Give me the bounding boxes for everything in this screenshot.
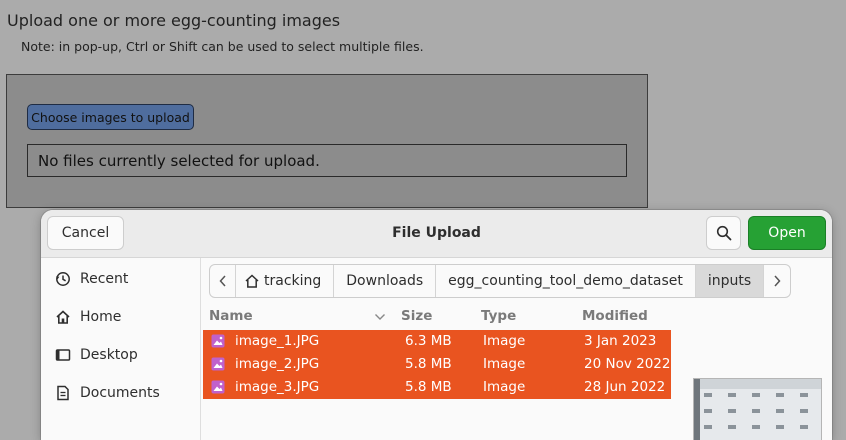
image-preview-thumbnail: [694, 379, 821, 440]
breadcrumb-label: egg_counting_tool_demo_dataset: [448, 273, 683, 289]
home-icon: [54, 308, 72, 326]
cancel-button[interactable]: Cancel: [47, 216, 124, 250]
column-header-size[interactable]: Size: [401, 308, 432, 324]
file-list-header: Name Size Type Modified: [203, 304, 671, 328]
file-row[interactable]: image_1.JPG 6.3 MB Image 3 Jan 2023: [203, 330, 671, 353]
breadcrumb: tracking Downloads egg_counting_tool_dem…: [209, 264, 792, 298]
file-name: image_1.JPG: [235, 333, 320, 349]
image-file-icon: [211, 334, 225, 348]
file-modified: 20 Nov 2022: [584, 356, 671, 372]
sidebar-item-documents[interactable]: Documents: [41, 376, 200, 410]
path-scroll-right-button[interactable]: [764, 265, 790, 297]
sort-chevron-down-icon[interactable]: [374, 313, 386, 321]
upload-panel: Choose images to upload No files current…: [6, 74, 648, 208]
document-icon: [54, 384, 72, 402]
sidebar-item-desktop[interactable]: Desktop: [41, 338, 200, 372]
image-preview: [693, 378, 822, 440]
file-size: 5.8 MB: [405, 356, 452, 372]
sidebar-item-home[interactable]: Home: [41, 300, 200, 334]
breadcrumb-label: tracking: [264, 273, 322, 289]
clock-icon: [54, 270, 72, 288]
sidebar-item-recent[interactable]: Recent: [41, 262, 200, 296]
search-icon: [716, 225, 731, 241]
sidebar-item-label: Desktop: [80, 347, 138, 363]
breadcrumb-downloads[interactable]: Downloads: [334, 265, 437, 297]
file-modified: 3 Jan 2023: [584, 333, 657, 349]
file-size: 5.8 MB: [405, 379, 452, 395]
breadcrumb-dataset[interactable]: egg_counting_tool_demo_dataset: [436, 265, 696, 297]
chevron-left-icon: [218, 275, 226, 287]
file-type: Image: [483, 333, 526, 349]
page-note: Note: in pop-up, Ctrl or Shift can be us…: [21, 39, 424, 54]
file-modified: 28 Jun 2022: [584, 379, 666, 395]
breadcrumb-tracking[interactable]: tracking: [236, 265, 335, 297]
choose-images-button[interactable]: Choose images to upload: [27, 104, 194, 130]
chevron-right-icon: [774, 275, 781, 287]
search-button[interactable]: [706, 216, 741, 250]
column-header-type[interactable]: Type: [481, 308, 516, 324]
sidebar-item-label: Home: [80, 309, 122, 325]
column-header-modified[interactable]: Modified: [582, 308, 648, 324]
file-name: image_3.JPG: [235, 379, 320, 395]
sidebar-item-label: Recent: [80, 271, 129, 287]
file-upload-dialog: Cancel File Upload Open Recent Home Desk…: [41, 210, 832, 440]
image-file-icon: [211, 380, 225, 394]
file-type: Image: [483, 356, 526, 372]
breadcrumb-label: Downloads: [346, 273, 424, 289]
file-row[interactable]: image_3.JPG 5.8 MB Image 28 Jun 2022: [203, 376, 671, 399]
file-size: 6.3 MB: [405, 333, 452, 349]
breadcrumb-label: inputs: [707, 273, 752, 289]
places-sidebar: Recent Home Desktop Documents: [41, 258, 201, 440]
page-title: Upload one or more egg-counting images: [7, 11, 341, 30]
home-icon: [245, 274, 259, 288]
open-button[interactable]: Open: [748, 216, 826, 250]
selected-files-display: No files currently selected for upload.: [27, 144, 627, 177]
column-header-name[interactable]: Name: [209, 308, 253, 324]
image-file-icon: [211, 357, 225, 371]
breadcrumb-inputs[interactable]: inputs: [695, 265, 765, 297]
file-row[interactable]: image_2.JPG 5.8 MB Image 20 Nov 2022: [203, 353, 671, 376]
file-name: image_2.JPG: [235, 356, 320, 372]
path-scroll-left-button[interactable]: [210, 265, 236, 297]
desktop-icon: [54, 346, 72, 364]
sidebar-item-label: Documents: [80, 385, 160, 401]
dialog-headerbar: Cancel File Upload Open: [41, 210, 832, 258]
file-list: Name Size Type Modified image_1.JPG 6.3 …: [203, 304, 671, 440]
file-type: Image: [483, 379, 526, 395]
